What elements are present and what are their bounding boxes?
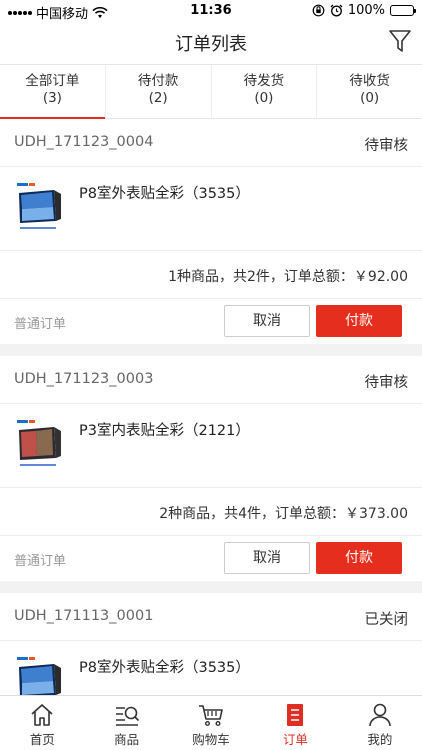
order-number: UDH_171113_0001 xyxy=(14,608,154,624)
cart-icon xyxy=(199,705,223,727)
product-name: P8室外表贴全彩（3535） xyxy=(79,660,250,676)
tabbar-label: 首页 xyxy=(29,732,55,747)
tab-label: 全部订单 xyxy=(25,73,80,89)
tabbar-item-cart[interactable]: 购物车 xyxy=(169,696,253,750)
alarm-icon xyxy=(330,4,343,17)
orientation-lock-icon xyxy=(312,4,325,17)
order-item[interactable]: P3室内表贴全彩（2121） xyxy=(0,404,422,488)
tab-pending-receipt[interactable]: 待收货 (0) xyxy=(317,65,422,118)
product-name: P3室内表贴全彩（2121） xyxy=(79,423,250,439)
search-list-icon xyxy=(115,706,139,726)
order-total: 1种商品，共2件，订单总额：￥92.00 xyxy=(168,269,408,285)
tab-count: (2) xyxy=(148,90,168,106)
product-thumbnail xyxy=(16,181,62,235)
tabbar-item-products[interactable]: 商品 xyxy=(84,696,168,750)
order-total: 2种商品，共4件，订单总额：￥373.00 xyxy=(159,506,408,522)
tabbar-item-orders[interactable]: 订单 xyxy=(253,696,337,750)
status-bar: 中国移动 11:36 100% xyxy=(0,0,422,22)
order-type: 普通订单 xyxy=(14,554,67,569)
tab-all-orders[interactable]: 全部订单 (3) xyxy=(0,65,106,119)
tab-label: 待付款 xyxy=(137,73,179,89)
order-card[interactable]: UDH_171123_0004 待审核 P8室外表贴全彩（3535） 1种商品，… xyxy=(0,119,422,344)
order-footer: 普通订单 取消 付款 xyxy=(0,299,422,344)
order-card[interactable]: UDH_171123_0003 待审核 P3室内表贴全彩（2121） 2种商品，… xyxy=(0,356,422,581)
battery-percent: 100% xyxy=(347,3,385,18)
order-status: 待审核 xyxy=(364,138,409,154)
bottom-tab-bar: 首页 商品 购物车 订单 我的 xyxy=(0,695,422,750)
tabbar-item-profile[interactable]: 我的 xyxy=(338,696,422,750)
order-status-tabs: 全部订单 (3) 待付款 (2) 待发货 (0) 待收货 (0) xyxy=(0,64,422,119)
order-header: UDH_171123_0003 待审核 xyxy=(0,356,422,404)
tabbar-label: 我的 xyxy=(367,732,393,747)
order-status: 已关闭 xyxy=(364,612,409,628)
home-icon xyxy=(31,704,53,726)
battery-icon xyxy=(390,5,416,16)
pay-button[interactable]: 付款 xyxy=(316,542,402,574)
tab-count: (0) xyxy=(254,90,274,106)
tab-label: 待收货 xyxy=(349,73,390,89)
nav-bar: 订单列表 xyxy=(0,22,422,64)
page-title: 订单列表 xyxy=(175,34,247,55)
tabbar-item-home[interactable]: 首页 xyxy=(0,696,84,750)
order-number: UDH_171123_0003 xyxy=(14,371,154,387)
filter-icon[interactable] xyxy=(388,28,412,54)
order-number: UDH_171123_0004 xyxy=(14,134,154,150)
order-status: 待审核 xyxy=(364,375,409,391)
cancel-button[interactable]: 取消 xyxy=(224,542,310,574)
order-header: UDH_171123_0004 待审核 xyxy=(0,119,422,167)
product-thumbnail xyxy=(16,418,62,472)
tabbar-label: 购物车 xyxy=(192,732,230,747)
order-icon xyxy=(287,704,304,726)
tab-count: (3) xyxy=(42,90,62,106)
tab-pending-shipment[interactable]: 待发货 (0) xyxy=(212,65,318,118)
status-right: 100% xyxy=(312,3,416,18)
order-type: 普通订单 xyxy=(14,317,67,332)
user-icon xyxy=(369,703,391,727)
tabbar-label: 商品 xyxy=(114,732,140,747)
order-footer: 普通订单 取消 付款 xyxy=(0,536,422,581)
tabbar-label: 订单 xyxy=(282,732,308,747)
cancel-button[interactable]: 取消 xyxy=(224,305,310,337)
pay-button[interactable]: 付款 xyxy=(316,305,402,337)
order-summary: 2种商品，共4件，订单总额：￥373.00 xyxy=(0,488,422,536)
product-name: P8室外表贴全彩（3535） xyxy=(79,186,250,202)
tab-pending-payment[interactable]: 待付款 (2) xyxy=(106,65,212,118)
tab-label: 待发货 xyxy=(243,73,285,89)
order-summary: 1种商品，共2件，订单总额：￥92.00 xyxy=(0,251,422,299)
order-header: UDH_171113_0001 已关闭 xyxy=(0,593,422,641)
order-list: UDH_171123_0004 待审核 P8室外表贴全彩（3535） 1种商品，… xyxy=(0,119,422,737)
order-item[interactable]: P8室外表贴全彩（3535） xyxy=(0,167,422,251)
tab-count: (0) xyxy=(360,90,380,106)
